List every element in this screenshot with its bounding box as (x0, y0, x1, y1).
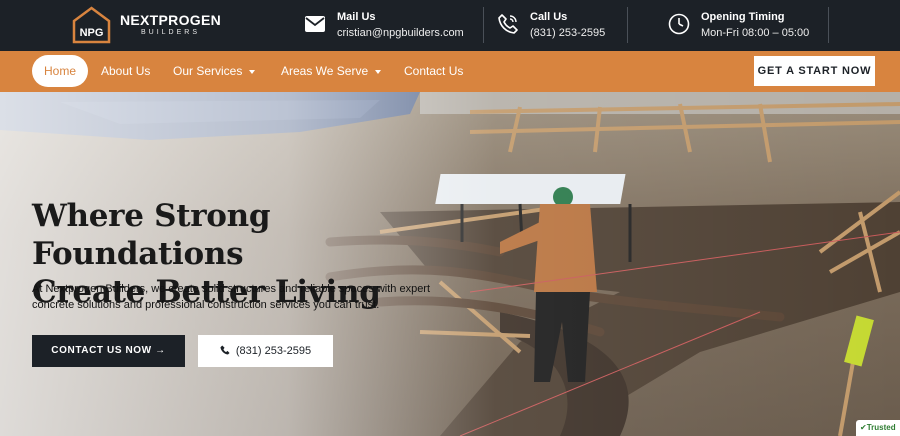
nav-home[interactable]: Home (32, 55, 88, 87)
hours-contact: Opening Timing Mon-Fri 08:00 – 05:00 (668, 9, 809, 42)
phone-icon (497, 13, 521, 37)
logo-house-icon: NPG (72, 6, 111, 44)
trusted-badge[interactable]: ✔Trusted (856, 420, 900, 436)
top-bar: NPG NEXTPROGEN BUILDERS Mail Us cristian… (0, 0, 900, 51)
nav-about[interactable]: About Us (101, 51, 150, 92)
divider (483, 7, 484, 43)
clock-icon (668, 13, 692, 37)
mail-contact[interactable]: Mail Us cristian@npgbuilders.com (304, 9, 464, 42)
mail-icon (304, 13, 328, 37)
phone-button-label: (831) 253-2595 (235, 345, 312, 357)
mail-title: Mail Us (337, 11, 376, 23)
hero-section: Where Strong Foundations Create Better L… (0, 92, 900, 436)
hours-value: Mon-Fri 08:00 – 05:00 (701, 27, 810, 39)
logo[interactable]: NPG NEXTPROGEN BUILDERS (72, 6, 221, 44)
nav-services[interactable]: Our Services (173, 51, 256, 92)
trusted-label: Trusted (866, 423, 896, 432)
nav-contact[interactable]: Contact Us (404, 51, 463, 92)
nav-services-label: Our Services (173, 64, 243, 78)
logo-monogram: NPG (80, 27, 104, 39)
brand-tagline: BUILDERS (141, 29, 201, 36)
chevron-down-icon (249, 69, 256, 74)
call-phone-button[interactable]: (831) 253-2595 (198, 335, 333, 367)
divider (627, 7, 628, 43)
check-icon: ✔ (860, 423, 867, 432)
get-a-start-button[interactable]: GET A START NOW (754, 56, 875, 86)
mail-value[interactable]: cristian@npgbuilders.com (337, 25, 464, 42)
hero-title-line1: Where Strong Foundations (32, 198, 271, 272)
phone-icon (220, 345, 230, 355)
phone-contact[interactable]: Call Us (831) 253-2595 (497, 9, 605, 42)
nav-areas[interactable]: Areas We Serve (281, 51, 382, 92)
hero-description: At Nextprogen Builders, we create solid … (32, 283, 431, 311)
contact-us-now-button[interactable]: CONTACT US NOW → (32, 335, 185, 367)
chevron-down-icon (375, 69, 382, 74)
phone-title: Call Us (530, 11, 568, 23)
brand-name: NEXTPROGEN (120, 12, 222, 28)
divider (828, 7, 829, 43)
nav-areas-label: Areas We Serve (281, 64, 369, 78)
phone-value[interactable]: (831) 253-2595 (530, 25, 605, 42)
hours-title: Opening Timing (701, 11, 785, 23)
